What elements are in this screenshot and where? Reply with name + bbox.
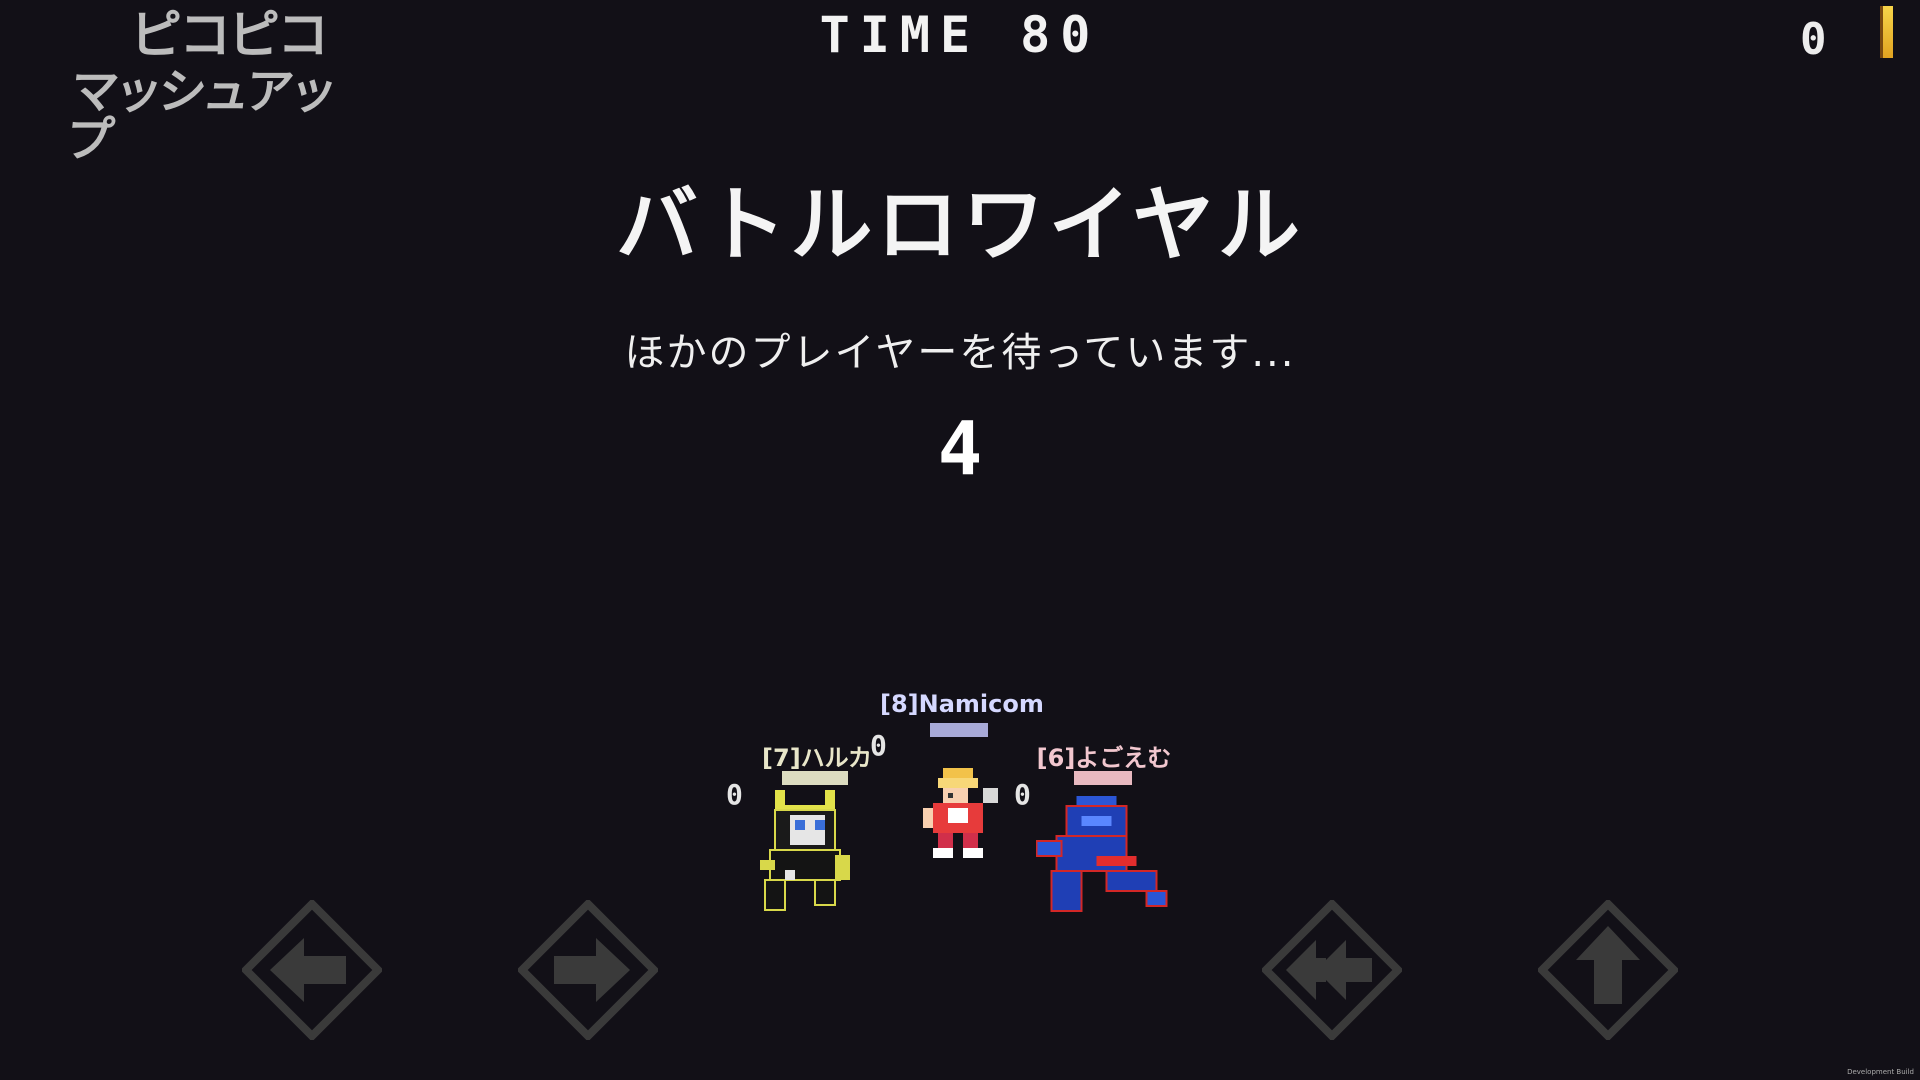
- character-sprite-haruka: [760, 790, 850, 911]
- right-arrow-button[interactable]: [518, 900, 658, 1040]
- character-sprite-yogoemu: [1036, 796, 1168, 912]
- left-arrow-button[interactable]: [242, 900, 382, 1040]
- player-tag-namicom: [8]Namicom: [880, 690, 1044, 718]
- double-arrow-left-icon: [1286, 940, 1372, 1000]
- logo-line-2: マッシュアップ: [62, 64, 337, 168]
- arrow-left-icon: [270, 938, 346, 1002]
- build-label: Development Build: [1847, 1068, 1914, 1076]
- player-bar-yogoemu: [1074, 771, 1132, 785]
- player-bar-namicom: [930, 723, 988, 737]
- character-sprite-namicom: [923, 768, 998, 858]
- player-tag-haruka: [7]ハルカ: [762, 744, 872, 772]
- player-score-haruka: 0: [726, 778, 743, 811]
- arrow-right-icon: [554, 938, 630, 1002]
- arrow-up-icon: [1576, 926, 1640, 1004]
- player-count: 4: [937, 406, 983, 492]
- time-counter: TIME 80: [819, 6, 1101, 64]
- dash-left-button[interactable]: [1262, 900, 1402, 1040]
- score-counter: 0: [1800, 14, 1827, 65]
- waiting-message: ほかのプレイヤーを待っています...: [624, 330, 1296, 376]
- player-tag-yogoemu: [6]よごえむ: [1036, 744, 1172, 772]
- up-arrow-button[interactable]: [1538, 900, 1678, 1040]
- player-score-yogoemu: 0: [1014, 778, 1031, 811]
- power-gauge: [1880, 6, 1893, 58]
- mode-title: バトルロワイヤル: [615, 178, 1304, 273]
- player-bar-haruka: [782, 771, 848, 785]
